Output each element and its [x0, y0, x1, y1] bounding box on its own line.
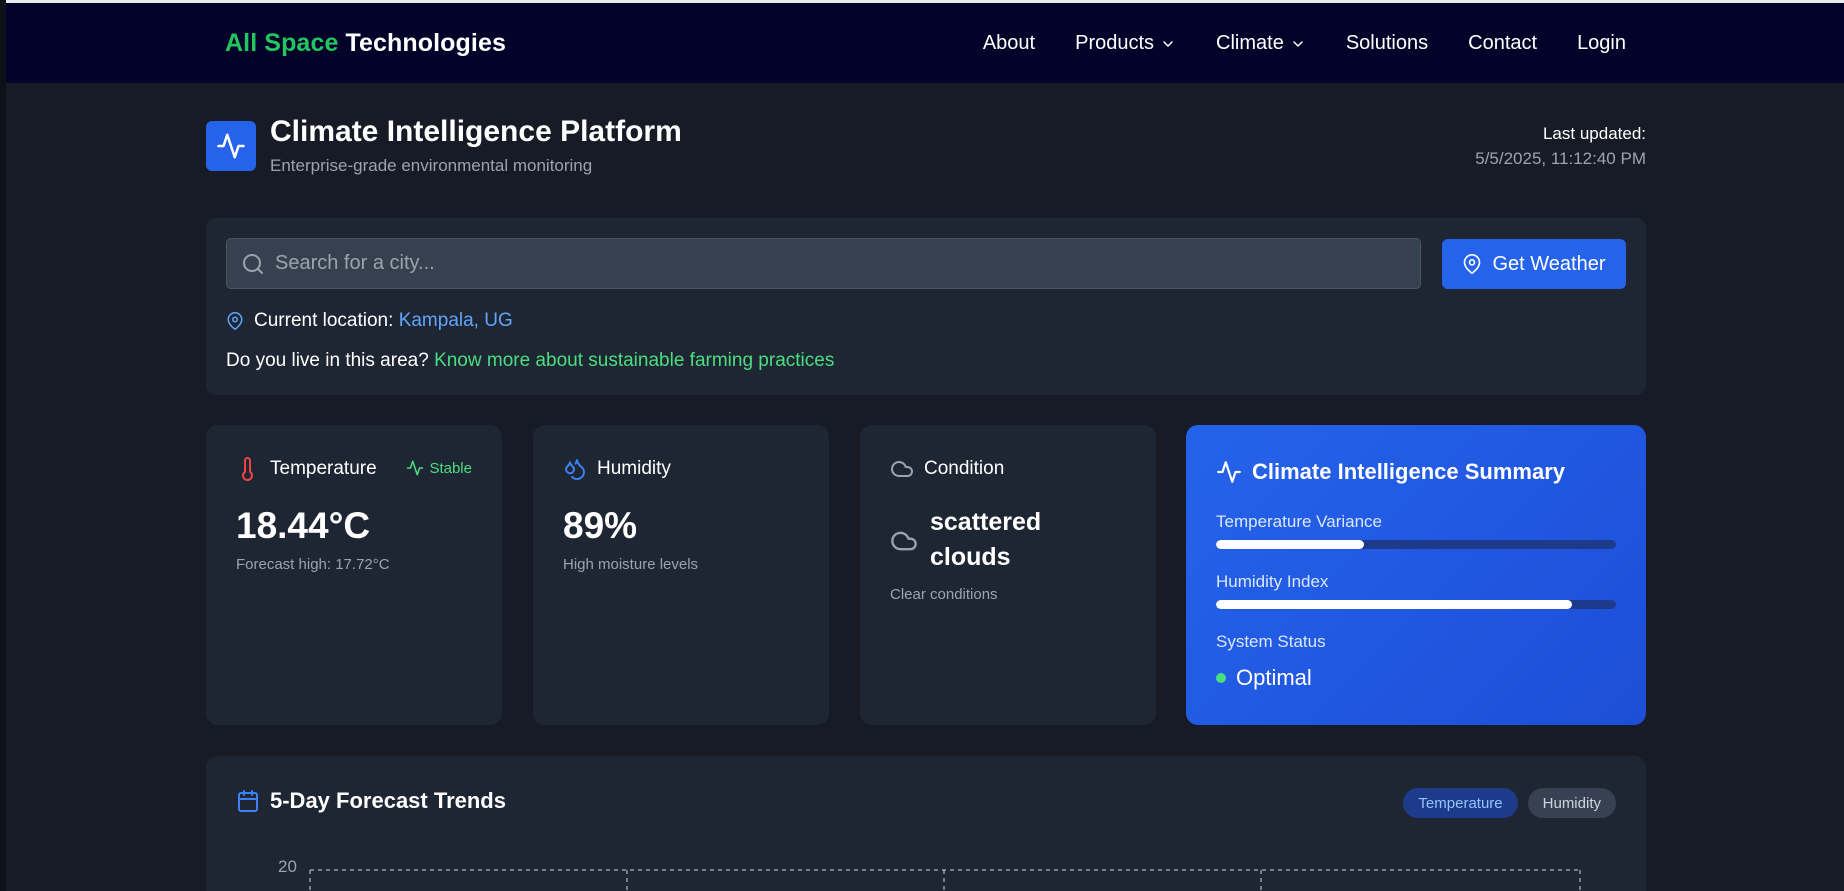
map-pin-icon	[1464, 254, 1481, 274]
temperature-variance-fill	[1216, 540, 1364, 549]
temperature-variance-label: Temperature Variance	[1216, 512, 1382, 531]
nav-contact[interactable]: Contact	[1468, 32, 1537, 55]
forecast-toggle: Temperature Humidity	[1403, 788, 1616, 818]
forecast-card: 5-Day Forecast Trends Temperature Humidi…	[206, 756, 1646, 891]
forecast-grid	[309, 869, 1581, 891]
nav-solutions[interactable]: Solutions	[1346, 32, 1428, 55]
system-status: Optimal	[1216, 665, 1312, 691]
activity-icon	[1217, 461, 1241, 483]
temperature-label: Temperature	[270, 458, 377, 479]
map-pin-icon	[227, 312, 243, 330]
system-status-value: Optimal	[1236, 665, 1312, 690]
condition-label: Condition	[924, 458, 1005, 479]
search-input[interactable]	[275, 239, 1405, 288]
condition-row: scattered clouds	[890, 505, 1080, 575]
cloud-icon	[891, 461, 913, 477]
search-icon	[243, 254, 263, 274]
summary-title: Climate Intelligence Summary	[1216, 459, 1565, 485]
chevron-down-icon	[1293, 40, 1303, 47]
droplets-icon	[565, 459, 586, 480]
nav-about-label: About	[982, 32, 1036, 54]
humidity-index-bar	[1216, 600, 1616, 609]
condition-value: scattered clouds	[930, 508, 1042, 571]
condition-header: Condition	[890, 457, 1004, 481]
activity-icon	[407, 460, 424, 476]
farming-prompt: Do you live in this area? Know more abou…	[226, 350, 834, 372]
last-updated-label: Last updated:	[1542, 124, 1646, 143]
y-axis-tick: 20	[278, 857, 297, 876]
stable-badge: Stable	[406, 459, 472, 477]
forecast-title: 5-Day Forecast Trends	[236, 788, 506, 814]
sustainable-farming-link[interactable]: Know more about sustainable farming prac…	[434, 350, 834, 371]
farming-prompt-text: Do you live in this area?	[226, 350, 429, 371]
current-location-value: Kampala, UG	[398, 310, 513, 331]
activity-icon	[206, 121, 256, 171]
temperature-header: Temperature	[236, 457, 377, 481]
humidity-value: 89%	[563, 505, 638, 546]
temperature-card: Temperature Stable 18.44°C Forecast high…	[206, 425, 502, 725]
chevron-down-icon	[1163, 40, 1173, 47]
temperature-toggle[interactable]: Temperature	[1403, 788, 1518, 818]
status-dot	[1216, 673, 1226, 683]
current-location: Current location: Kampala, UG	[226, 310, 513, 332]
summary-title-text: Climate Intelligence Summary	[1252, 459, 1565, 484]
nav-links: About Products Climate Solutions Contact…	[983, 32, 1626, 55]
page-title: Climate Intelligence Platform	[270, 115, 682, 148]
climate-summary-card: Climate Intelligence Summary Temperature…	[1186, 425, 1646, 725]
search-box[interactable]	[226, 238, 1421, 289]
stable-badge-label: Stable	[429, 459, 472, 477]
humidity-index-fill	[1216, 600, 1572, 609]
get-weather-button[interactable]: Get Weather	[1442, 239, 1626, 289]
brand-green: All Space	[225, 29, 339, 57]
humidity-toggle[interactable]: Humidity	[1527, 788, 1616, 818]
thermometer-icon	[242, 457, 253, 481]
system-status-label: System Status	[1216, 632, 1326, 651]
navbar: All Space Technologies About Products Cl…	[6, 3, 1844, 83]
nav-climate-label: Climate	[1216, 32, 1284, 54]
temperature-note: Forecast high: 17.72°C	[236, 556, 390, 573]
nav-climate[interactable]: Climate	[1216, 32, 1306, 55]
nav-login[interactable]: Login	[1577, 32, 1626, 55]
forecast-title-text: 5-Day Forecast Trends	[270, 788, 506, 813]
nav-login-label: Login	[1577, 32, 1626, 54]
page-subtitle: Enterprise-grade environmental monitorin…	[270, 156, 593, 175]
left-edge	[0, 0, 6, 891]
calendar-icon	[238, 790, 258, 812]
last-updated-value: 5/5/2025, 11:12:40 PM	[1475, 149, 1646, 168]
page: All Space Technologies About Products Cl…	[0, 0, 1844, 891]
humidity-note: High moisture levels	[563, 556, 699, 573]
humidity-card: Humidity 89% High moisture levels	[533, 425, 829, 725]
cloud-icon	[891, 531, 917, 551]
search-card: Get Weather Current location: Kampala, U…	[206, 218, 1646, 395]
humidity-label: Humidity	[597, 458, 671, 479]
humidity-index-label: Humidity Index	[1216, 572, 1329, 591]
condition-card: Condition scattered clouds Clear conditi…	[860, 425, 1156, 725]
brand-white: Technologies	[345, 29, 506, 57]
nav-about[interactable]: About	[983, 32, 1035, 55]
humidity-header: Humidity	[563, 457, 671, 481]
nav-products-label: Products	[1075, 32, 1155, 54]
condition-note: Clear conditions	[890, 586, 998, 603]
temperature-value: 18.44°C	[236, 505, 371, 546]
nav-solutions-label: Solutions	[1345, 32, 1429, 54]
brand-logo[interactable]: All Space Technologies	[225, 29, 506, 58]
get-weather-label: Get Weather	[1492, 252, 1606, 275]
temperature-variance-bar	[1216, 540, 1616, 549]
current-location-label: Current location:	[254, 310, 394, 331]
nav-products[interactable]: Products	[1075, 32, 1176, 55]
nav-contact-label: Contact	[1468, 32, 1538, 54]
